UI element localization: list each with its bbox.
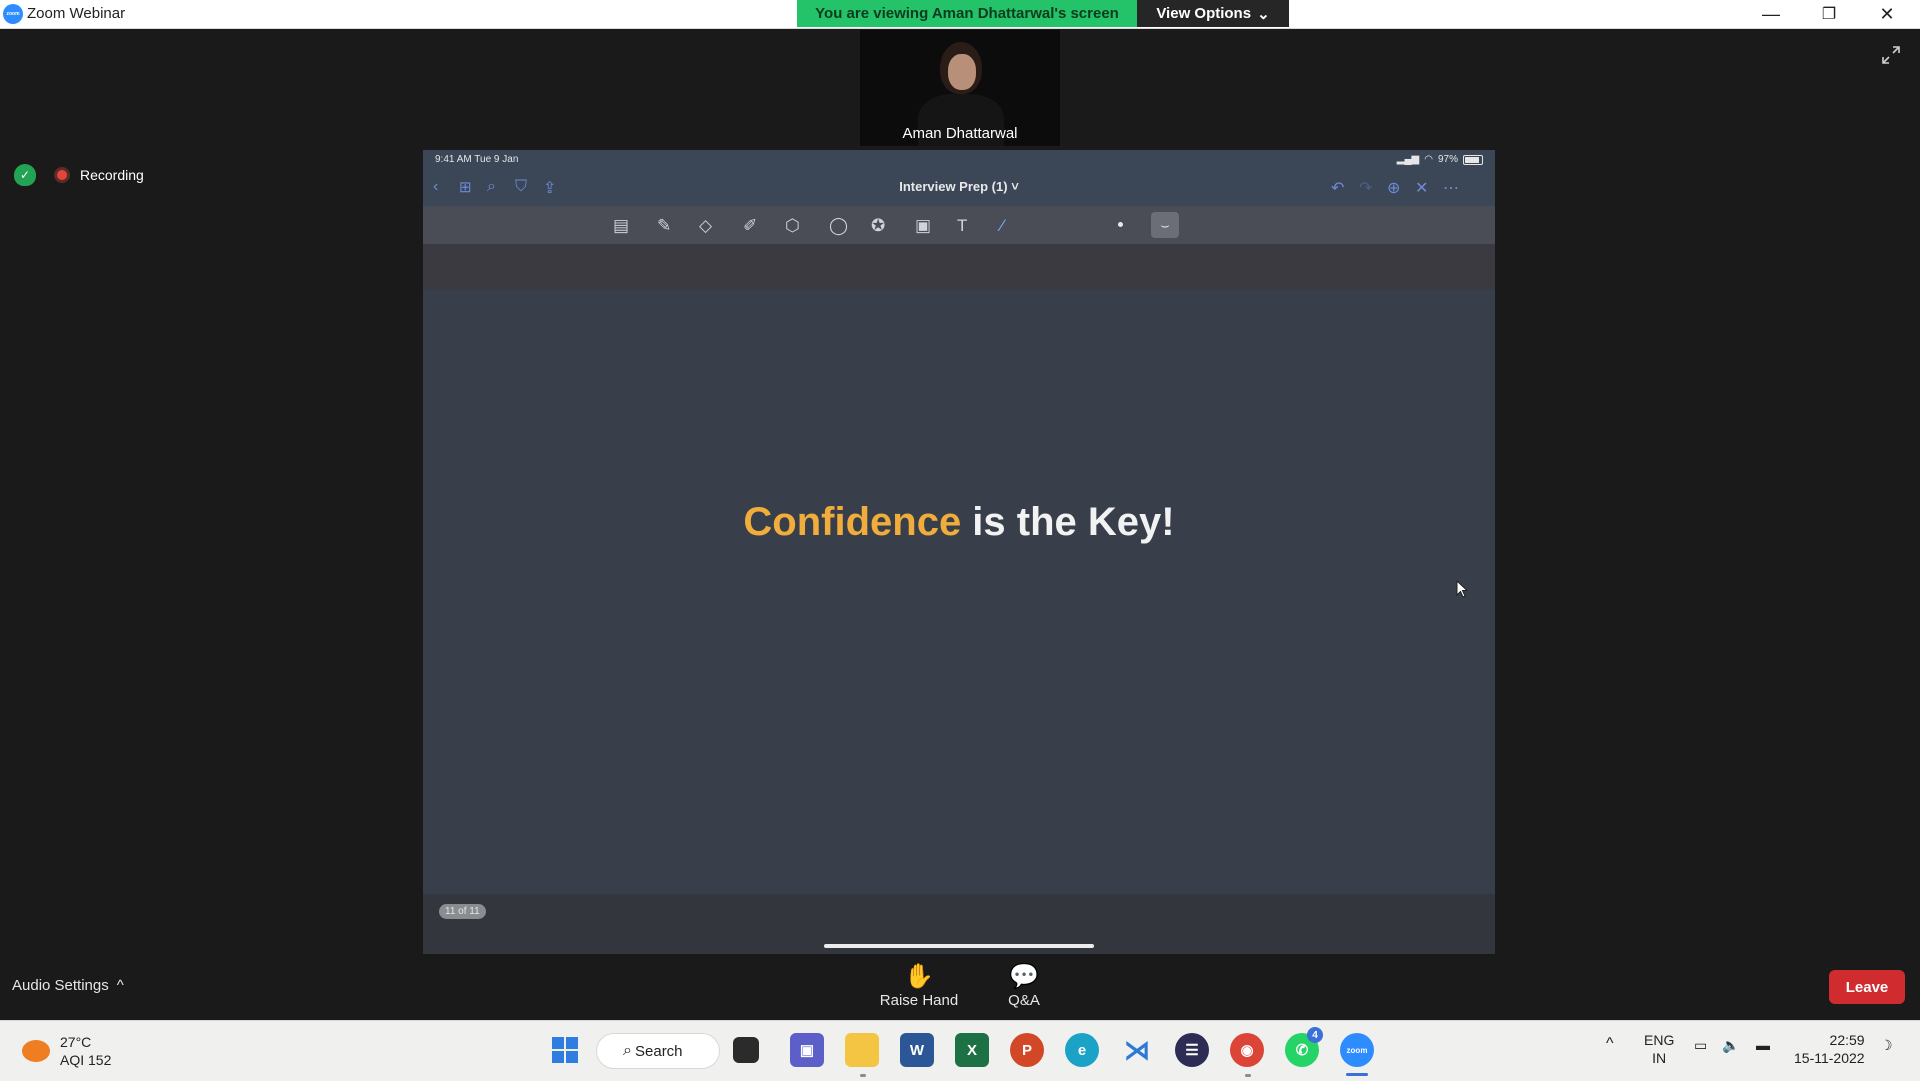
mouse-cursor-icon bbox=[1456, 580, 1469, 598]
search-icon: ⌕ bbox=[623, 1042, 632, 1059]
page-indicator: 11 of 11 bbox=[439, 904, 486, 919]
viewing-screen-banner: You are viewing Aman Dhattarwal's screen bbox=[797, 0, 1137, 27]
restore-button[interactable]: ❐ bbox=[1800, 0, 1858, 28]
recording-dot-icon bbox=[54, 167, 70, 183]
chevron-down-icon: ˅ bbox=[1011, 179, 1019, 194]
zoom-active-indicator bbox=[1346, 1073, 1368, 1076]
security-shield-icon: ✓ bbox=[14, 164, 36, 186]
weather-temp: 27°C bbox=[60, 1034, 92, 1050]
leave-button[interactable]: Leave bbox=[1829, 970, 1905, 1004]
battery-percent: 97% bbox=[1437, 154, 1458, 165]
add-page-icon[interactable]: ⊕ bbox=[1387, 178, 1400, 198]
edge-icon[interactable]: e bbox=[1065, 1033, 1099, 1067]
powerpoint-icon[interactable]: P bbox=[1010, 1033, 1044, 1067]
battery-icon[interactable]: ▬ bbox=[1756, 1037, 1770, 1053]
audio-settings-button[interactable]: Audio Settings ^ bbox=[12, 977, 124, 994]
more-options-icon[interactable]: ⋯ bbox=[1443, 178, 1459, 198]
page-bottom-area: 11 of 11 bbox=[423, 894, 1495, 954]
highlighter-icon[interactable]: ✐ bbox=[743, 216, 757, 236]
eclipse-icon[interactable]: ☰ bbox=[1175, 1033, 1209, 1067]
battery-icon bbox=[1463, 154, 1483, 165]
view-options-label: View Options bbox=[1156, 5, 1252, 22]
participant-name: Aman Dhattarwal bbox=[902, 125, 1018, 142]
drawing-toolbar: ▤ ✎ ◇ ✐ ⬡ ◯ ✪ ▣ T ⁄ ⌣ bbox=[423, 206, 1495, 244]
image-icon[interactable]: ▣ bbox=[915, 216, 931, 236]
signal-icon: ▂▄▆ bbox=[1396, 154, 1420, 165]
whatsapp-badge: 4 bbox=[1307, 1027, 1323, 1043]
volume-icon[interactable]: 🔈 bbox=[1722, 1037, 1739, 1054]
redo-icon[interactable]: ↷ bbox=[1359, 178, 1372, 198]
chevron-down-icon: ⌄ bbox=[1257, 5, 1270, 23]
window-title: Zoom Webinar bbox=[27, 5, 126, 22]
clock-date: 15-11-2022 bbox=[1794, 1050, 1865, 1066]
reader-icon[interactable]: ▤ bbox=[613, 216, 629, 236]
zoom-taskbar-icon[interactable]: zoom bbox=[1340, 1033, 1374, 1067]
chrome-running-dot bbox=[1245, 1074, 1251, 1077]
focus-assist-icon[interactable]: ☽ bbox=[1880, 1037, 1893, 1054]
home-indicator bbox=[824, 944, 1094, 948]
shapes-icon[interactable]: ⬡ bbox=[785, 216, 800, 236]
show-hidden-icons-icon[interactable]: ^ bbox=[1606, 1035, 1614, 1053]
weather-aqi: AQI 152 bbox=[60, 1052, 112, 1068]
network-icon[interactable]: ▭ bbox=[1694, 1037, 1707, 1054]
ipad-status-time: 9:41 AM Tue 9 Jan bbox=[435, 154, 519, 165]
start-icon[interactable] bbox=[548, 1033, 582, 1067]
chrome-icon[interactable]: ◉ bbox=[1230, 1033, 1264, 1067]
wifi-icon: ◠ bbox=[1424, 154, 1433, 165]
qa-button[interactable]: 💬 Q&A bbox=[979, 962, 1069, 1009]
taskbar-search[interactable]: ⌕ Search bbox=[596, 1033, 720, 1069]
undo-icon[interactable]: ↶ bbox=[1331, 178, 1344, 198]
vscode-icon[interactable]: ⋊ bbox=[1120, 1033, 1154, 1067]
qa-label: Q&A bbox=[1008, 992, 1040, 1009]
language-indicator[interactable]: ENG IN bbox=[1644, 1031, 1674, 1067]
title-bar: zoom Zoom Webinar You are viewing Aman D… bbox=[0, 0, 1920, 29]
excel-icon[interactable]: X bbox=[955, 1033, 989, 1067]
windows-taskbar: 27°C AQI 152 ⌕ Search ▣ W X P e ⋊ ☰ ◉ ✆ … bbox=[0, 1020, 1920, 1081]
close-button[interactable]: ✕ bbox=[1858, 0, 1916, 28]
notes-app-nav-bar: ‹ ⊞ ⌕ ⛉ ⇪ Interview Prep (1) ˅ ↶ ↷ ⊕ ✕ ⋯ bbox=[423, 170, 1495, 206]
recording-label: Recording bbox=[80, 167, 144, 183]
eraser-icon[interactable]: ◇ bbox=[699, 216, 712, 236]
hand-icon: ✋ bbox=[904, 963, 934, 990]
text-tool-icon[interactable]: T bbox=[957, 216, 967, 236]
clock-time: 22:59 bbox=[1829, 1032, 1865, 1048]
lasso-icon[interactable]: ◯ bbox=[829, 216, 848, 236]
slide-headline: Confidence is the Key! bbox=[423, 500, 1495, 545]
pen-size-dot-icon[interactable] bbox=[1118, 222, 1123, 227]
participant-face bbox=[948, 54, 976, 90]
file-explorer-running-dot bbox=[860, 1074, 866, 1077]
chevron-up-icon: ^ bbox=[116, 977, 124, 994]
weather-icon bbox=[22, 1040, 50, 1062]
ipad-status-right: ▂▄▆ ◠ 97% bbox=[1397, 154, 1483, 165]
recording-indicator[interactable]: ✓ Recording bbox=[14, 164, 144, 186]
taskbar-search-label: Search bbox=[635, 1042, 683, 1060]
whatsapp-icon[interactable]: ✆ 4 bbox=[1285, 1027, 1323, 1067]
raise-hand-label: Raise Hand bbox=[879, 992, 959, 1009]
audio-settings-label: Audio Settings bbox=[12, 977, 109, 994]
ipad-status-bar: 9:41 AM Tue 9 Jan ▂▄▆ ◠ 97% bbox=[423, 150, 1495, 170]
slide-headline-rest: is the Key! bbox=[961, 500, 1175, 544]
task-view-icon[interactable] bbox=[733, 1037, 759, 1063]
sticker-icon[interactable]: ✪ bbox=[871, 216, 885, 236]
slide-headline-accent: Confidence bbox=[743, 500, 962, 544]
chat-bubbles-icon: 💬 bbox=[1009, 963, 1039, 990]
shared-screen: 9:41 AM Tue 9 Jan ▂▄▆ ◠ 97% ‹ ⊞ ⌕ ⛉ ⇪ In… bbox=[423, 150, 1495, 954]
fullscreen-expand-icon[interactable] bbox=[1880, 44, 1906, 70]
system-clock[interactable]: 22:59 15-11-2022 bbox=[1794, 1031, 1865, 1067]
page-top-margin bbox=[423, 244, 1495, 290]
view-options-button[interactable]: View Options ⌄ bbox=[1137, 0, 1289, 27]
raise-hand-button[interactable]: ✋ Raise Hand bbox=[874, 962, 964, 1009]
word-icon[interactable]: W bbox=[900, 1033, 934, 1067]
file-explorer-icon[interactable] bbox=[845, 1033, 879, 1067]
minimize-button[interactable]: — bbox=[1742, 0, 1800, 28]
pen-icon[interactable]: ✎ bbox=[657, 216, 671, 236]
teams-chat-icon[interactable]: ▣ bbox=[790, 1033, 824, 1067]
participant-video[interactable]: Aman Dhattarwal bbox=[860, 30, 1060, 146]
slide-page: Confidence is the Key! bbox=[423, 290, 1495, 894]
weather-widget[interactable]: 27°C AQI 152 bbox=[22, 1033, 111, 1069]
close-doc-icon[interactable]: ✕ bbox=[1415, 178, 1428, 198]
stroke-style-icon[interactable]: ⌣ bbox=[1151, 212, 1179, 238]
zoom-logo-icon: zoom bbox=[3, 4, 23, 24]
laser-pointer-icon[interactable]: ⁄ bbox=[1001, 216, 1004, 236]
